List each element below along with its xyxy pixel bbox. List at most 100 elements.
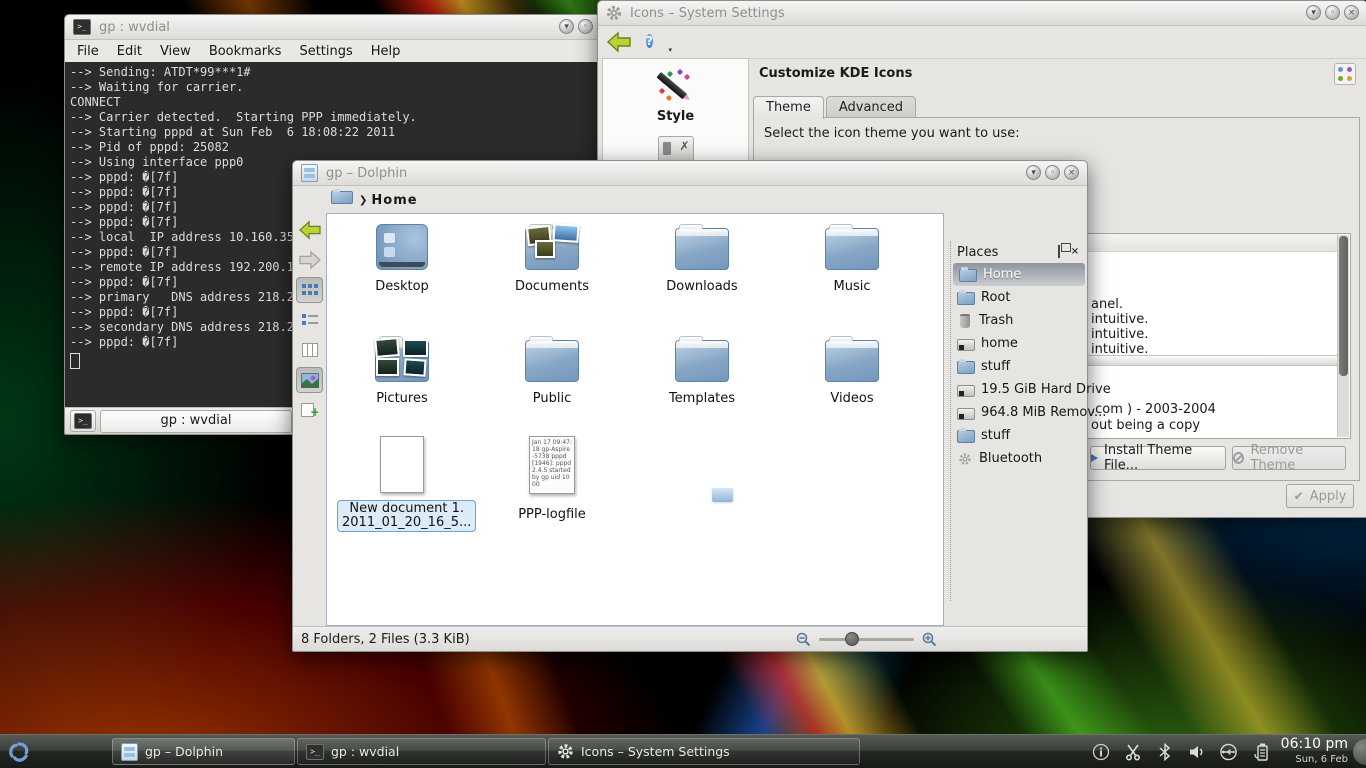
preview-toggle-button[interactable] xyxy=(296,367,323,393)
workspace-icon[interactable] xyxy=(658,136,694,162)
file-tile[interactable]: Jan 17 09:47:18 gp-Aspire-5738 pppd[1946… xyxy=(487,436,617,522)
folder-tile[interactable]: Templates xyxy=(637,336,767,406)
float-icon xyxy=(1058,245,1060,258)
terminal-titlebar[interactable]: >_ gp : wvdial ▾ ◦ xyxy=(65,15,601,40)
zoom-slider[interactable] xyxy=(819,638,914,641)
folder-tile[interactable]: Pictures xyxy=(337,336,467,406)
select-theme-label: Select the icon theme you want to use: xyxy=(764,126,1020,141)
removable-drive-icon xyxy=(957,408,975,420)
remove-theme-button[interactable]: Remove Theme xyxy=(1232,446,1346,470)
place-item-hard-drive[interactable]: 19.5 GiB Hard Drive xyxy=(951,378,1087,401)
columns-view-button[interactable] xyxy=(296,337,323,363)
panel-toolbox-cashew[interactable] xyxy=(1353,739,1366,765)
folder-label: Videos xyxy=(787,391,917,406)
notifications-icon[interactable] xyxy=(1091,742,1110,761)
terminal-tab[interactable]: gp : wvdial xyxy=(100,410,292,433)
menu-item[interactable]: File xyxy=(77,44,99,59)
system-settings-titlebar[interactable]: Icons – System Settings ▾ ◦ × xyxy=(598,1,1366,26)
zoom-in-icon[interactable] xyxy=(922,632,937,647)
terminal-line: --> Starting pppd at Sun Feb 6 18:08:22 … xyxy=(70,125,596,140)
theme-list-line: intuitive. xyxy=(1091,312,1148,327)
scrollbar-thumb[interactable] xyxy=(1339,236,1348,376)
zoom-slider-handle[interactable] xyxy=(845,632,859,646)
minimize-button[interactable]: ▾ xyxy=(1026,165,1041,180)
install-theme-label: Install Theme File... xyxy=(1104,443,1225,473)
menu-item[interactable]: Help xyxy=(371,44,401,59)
bluetooth-icon[interactable] xyxy=(1155,742,1174,761)
tab-theme[interactable]: Theme xyxy=(753,96,824,119)
place-item-home-partition[interactable]: home xyxy=(951,332,1087,355)
details-view-button[interactable] xyxy=(296,307,323,333)
minimize-button[interactable]: ▾ xyxy=(1306,5,1321,20)
app-launcher-button[interactable] xyxy=(0,735,38,768)
task-wvdial[interactable]: >_ gp : wvdial xyxy=(297,738,546,765)
breadcrumb-home-button[interactable] xyxy=(331,190,353,210)
details-view-icon xyxy=(302,313,318,327)
folder-tile[interactable]: Public xyxy=(487,336,617,406)
place-item-trash[interactable]: Trash xyxy=(951,309,1087,332)
close-button[interactable]: × xyxy=(1344,5,1359,20)
file-tile-selected[interactable]: New document 1. 2011_01_20_16_5... xyxy=(337,436,467,532)
folder-tile[interactable]: Documents xyxy=(487,224,617,294)
battery-device-icon[interactable] xyxy=(1251,742,1270,761)
file-name-line: 2011_01_20_16_5... xyxy=(342,515,471,530)
menu-item[interactable]: View xyxy=(160,44,191,59)
sidebar-item-style[interactable]: Style xyxy=(603,65,748,162)
tab-advanced[interactable]: Advanced xyxy=(826,96,916,119)
dolphin-side-toolbar: + xyxy=(293,213,326,626)
close-button[interactable]: × xyxy=(1064,165,1079,180)
icon-grid-button[interactable] xyxy=(1334,63,1356,85)
clock[interactable]: 06:10 pm Sun, 6 Feb xyxy=(1281,737,1348,767)
folder-view[interactable]: Desktop Documents Downloads Music xyxy=(326,213,944,626)
place-item-bluetooth[interactable]: Bluetooth xyxy=(951,447,1087,470)
folder-icon xyxy=(957,292,975,305)
place-item-removable[interactable]: 964.8 MiB Remov... xyxy=(951,401,1087,424)
menu-item[interactable]: Edit xyxy=(117,44,142,59)
forward-button[interactable] xyxy=(296,247,323,273)
menu-item[interactable]: Bookmarks xyxy=(209,44,282,59)
icons-view-button[interactable] xyxy=(296,277,323,303)
folder-tile[interactable]: Desktop xyxy=(337,224,467,294)
place-label: Root xyxy=(981,290,1010,305)
remove-theme-label: Remove Theme xyxy=(1250,443,1345,473)
dolphin-breadcrumb-bar: ❯ Home xyxy=(293,187,1087,213)
maximize-button[interactable]: ◦ xyxy=(1325,5,1340,20)
task-dolphin[interactable]: gp – Dolphin xyxy=(112,738,295,765)
maximize-button[interactable]: ◦ xyxy=(578,19,593,34)
bluetooth-gear-icon xyxy=(957,452,973,465)
maximize-button[interactable]: ◦ xyxy=(1045,165,1060,180)
menu-item[interactable]: Settings xyxy=(299,44,352,59)
selected-file-label: New document 1. 2011_01_20_16_5... xyxy=(337,500,476,532)
templates-folder-icon xyxy=(673,336,731,382)
back-button[interactable] xyxy=(296,217,323,243)
place-item-root[interactable]: Root xyxy=(951,286,1087,309)
install-theme-button[interactable]: Install Theme File... xyxy=(1090,446,1226,470)
place-item-stuff2[interactable]: stuff xyxy=(951,424,1087,447)
split-view-button[interactable]: + xyxy=(296,397,323,423)
folder-tile[interactable]: Videos xyxy=(787,336,917,406)
volume-icon[interactable] xyxy=(1187,742,1206,761)
place-item-stuff[interactable]: stuff xyxy=(951,355,1087,378)
folder-tile[interactable]: Music xyxy=(787,224,917,294)
undock-panel-button[interactable] xyxy=(1053,246,1065,258)
dolphin-titlebar[interactable]: gp – Dolphin ▾ ◦ × xyxy=(293,161,1087,186)
task-label: gp – Dolphin xyxy=(145,744,223,759)
folder-tile[interactable]: Downloads xyxy=(637,224,767,294)
places-header: Places × xyxy=(951,241,1087,263)
usb-device-icon[interactable] xyxy=(1219,742,1238,761)
text-file-preview-icon: Jan 17 09:47:18 gp-Aspire-5738 pppd[1946… xyxy=(529,436,575,494)
apply-button[interactable]: ✔ Apply xyxy=(1286,484,1354,508)
task-system-settings[interactable]: Icons – System Settings xyxy=(548,738,860,765)
clipboard-scissors-icon[interactable] xyxy=(1123,742,1142,761)
dolphin-icon xyxy=(121,743,138,761)
back-button[interactable] xyxy=(606,31,632,53)
file-label: PPP-logfile xyxy=(487,507,617,522)
place-item-home[interactable]: Home xyxy=(953,263,1085,286)
minimize-button[interactable]: ▾ xyxy=(559,19,574,34)
scrollbar[interactable] xyxy=(1337,235,1349,437)
new-tab-button[interactable]: >_ xyxy=(70,410,96,432)
breadcrumb[interactable]: Home xyxy=(371,193,417,208)
zoom-out-icon[interactable] xyxy=(796,632,811,647)
help-button[interactable]: ? ▾ xyxy=(646,32,666,52)
terminal-line: --> Carrier detected. Starting PPP immed… xyxy=(70,110,596,125)
